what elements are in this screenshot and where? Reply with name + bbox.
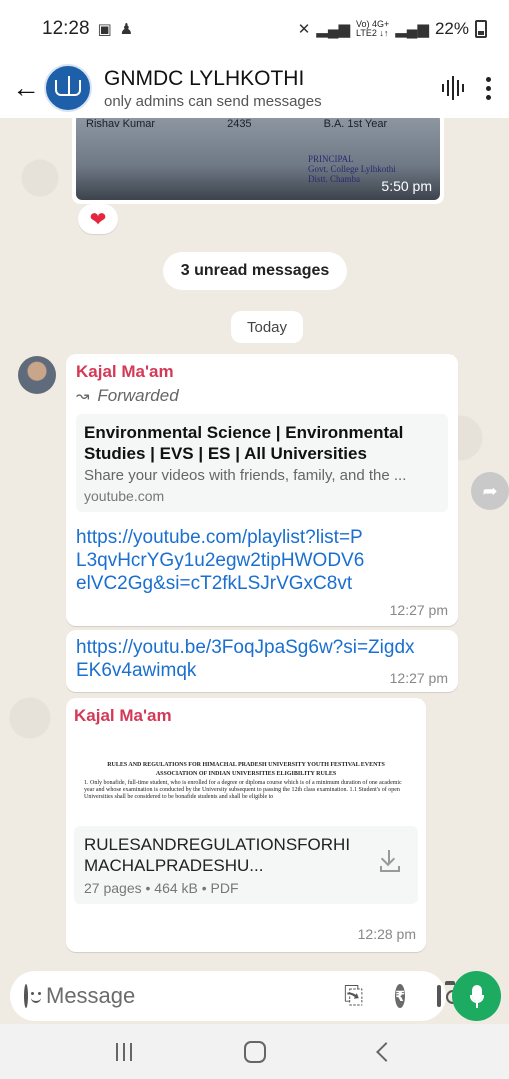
photo-table-row: Rishav Kumar 2435 B.A. 1st Year — [86, 118, 387, 130]
document-thumbnail[interactable]: RULES AND REGULATIONS FOR HIMACHAL PRADE… — [74, 736, 418, 826]
doc-heading1: RULES AND REGULATIONS FOR HIMACHAL PRADE… — [107, 762, 385, 768]
image-message[interactable]: Rishav Kumar 2435 B.A. 1st Year PRINCIPA… — [72, 118, 444, 204]
group-subtitle: only admins can send messages — [104, 92, 322, 110]
group-name: GNMDC LYLHKOTHI — [104, 66, 305, 90]
document-message[interactable]: Kajal Ma'am RULES AND REGULATIONS FOR HI… — [66, 698, 426, 952]
more-options-icon[interactable] — [486, 76, 491, 100]
document-card[interactable]: RULESANDREGULATIONSFORHIMACHALPRADESHU..… — [74, 826, 418, 904]
message-time: 12:28 pm — [357, 926, 416, 942]
signal-icon: ▂▄▆ — [316, 21, 350, 38]
sender-name[interactable]: Kajal Ma'am — [74, 706, 418, 726]
camera-icon[interactable] — [436, 981, 460, 1007]
forward-share-icon[interactable]: ➦ — [471, 472, 509, 510]
message-input-pill: ⎘ ₹ — [10, 971, 460, 1021]
battery-icon — [475, 20, 487, 38]
system-nav-bar — [0, 1024, 509, 1079]
forwarded-text: Forwarded — [97, 386, 179, 405]
document-meta: 27 pages • 464 kB • PDF — [84, 880, 239, 896]
mic-button[interactable] — [452, 971, 501, 1021]
status-right: ✕ ▂▄▆ Vo) 4G+ LTE2 ↓↑ ▂▄▆ 22% — [298, 19, 487, 39]
document-name: RULESANDREGULATIONSFORHIMACHALPRADESHU..… — [84, 835, 351, 875]
image-time: 5:50 pm — [381, 178, 432, 194]
battery-percent: 22% — [434, 19, 469, 38]
stamp-line2: Govt. College Lylhkothi — [308, 164, 396, 174]
status-time: 12:28 — [42, 18, 90, 39]
signal-icon-2: ▂▄▆ — [395, 21, 429, 38]
sender-name[interactable]: Kajal Ma'am — [76, 362, 448, 382]
link-preview-title: Environmental Science | Environmental St… — [84, 423, 404, 463]
input-bar: ⎘ ₹ — [0, 966, 509, 1024]
group-avatar[interactable] — [44, 64, 92, 112]
network-sub: LTE2 ↓↑ — [355, 28, 389, 38]
book-logo-icon — [55, 76, 81, 96]
chat-area[interactable]: Rishav Kumar 2435 B.A. 1st Year PRINCIPA… — [0, 118, 509, 966]
mute-icon: ✕ — [297, 21, 311, 38]
photo-row-number: 2435 — [227, 118, 252, 130]
link-preview[interactable]: Environmental Science | Environmental St… — [76, 414, 448, 512]
download-icon[interactable] — [380, 850, 400, 872]
photo-row-name: Rishav Kumar — [86, 118, 156, 130]
link-preview-domain: youtube.com — [84, 488, 165, 504]
date-divider: Today — [231, 311, 303, 343]
home-icon[interactable] — [244, 1040, 267, 1063]
forwarded-label: ↝ Forwarded — [76, 386, 448, 406]
gallery-icon: ▣ — [97, 21, 112, 38]
message-link[interactable]: https://youtu.be/3FoqJpaSg6w?si=ZigdxEK6… — [76, 636, 426, 682]
recent-apps-icon[interactable] — [116, 1042, 133, 1061]
unread-banner: 3 unread messages — [163, 252, 347, 290]
message-link[interactable]: https://youtube.com/playlist?list=PL3qvH… — [76, 526, 366, 595]
snapchat-icon: ♟ — [119, 21, 134, 38]
voice-chat-icon[interactable] — [442, 76, 464, 100]
attach-icon[interactable]: ⎘ — [344, 982, 363, 1010]
group-info[interactable]: GNMDC LYLHKOTHI only admins can send mes… — [104, 67, 442, 110]
image-photo[interactable]: Rishav Kumar 2435 B.A. 1st Year PRINCIPA… — [76, 118, 440, 200]
message-bubble[interactable]: https://youtu.be/3FoqJpaSg6w?si=ZigdxEK6… — [66, 630, 458, 692]
network-indicator: Vo) 4G+ LTE2 ↓↑ — [356, 20, 389, 38]
status-bar: 12:28 ▣ ♟ ✕ ▂▄▆ Vo) 4G+ LTE2 ↓↑ ▂▄▆ 22% — [0, 0, 509, 58]
photo-row-class: B.A. 1st Year — [323, 118, 388, 130]
message-bubble[interactable]: Kajal Ma'am ↝ Forwarded Environmental Sc… — [66, 354, 458, 626]
rupee-payment-icon[interactable]: ₹ — [395, 984, 405, 1008]
back-arrow-icon[interactable]: ← — [12, 72, 44, 104]
emoji-icon[interactable] — [24, 984, 41, 1008]
chat-header: ← GNMDC LYLHKOTHI only admins can send m… — [0, 58, 509, 118]
forward-icon: ↝ — [76, 388, 90, 405]
heart-reaction[interactable]: ❤ — [78, 204, 118, 234]
message-time: 12:27 pm — [389, 602, 448, 618]
status-left: 12:28 ▣ ♟ — [42, 18, 133, 40]
doc-heading2: ASSOCIATION OF INDIAN UNIVERSITIES ELIGI… — [155, 771, 337, 777]
message-time: 12:27 pm — [389, 670, 448, 686]
message-input[interactable] — [46, 983, 334, 1009]
doc-body: 1. Only bonafide, full-time student, who… — [84, 780, 402, 800]
back-nav-icon[interactable] — [375, 1041, 396, 1062]
sender-avatar[interactable] — [18, 356, 56, 394]
stamp-line1: PRINCIPAL — [308, 154, 354, 164]
link-preview-description: Share your videos with friends, family, … — [84, 467, 407, 484]
